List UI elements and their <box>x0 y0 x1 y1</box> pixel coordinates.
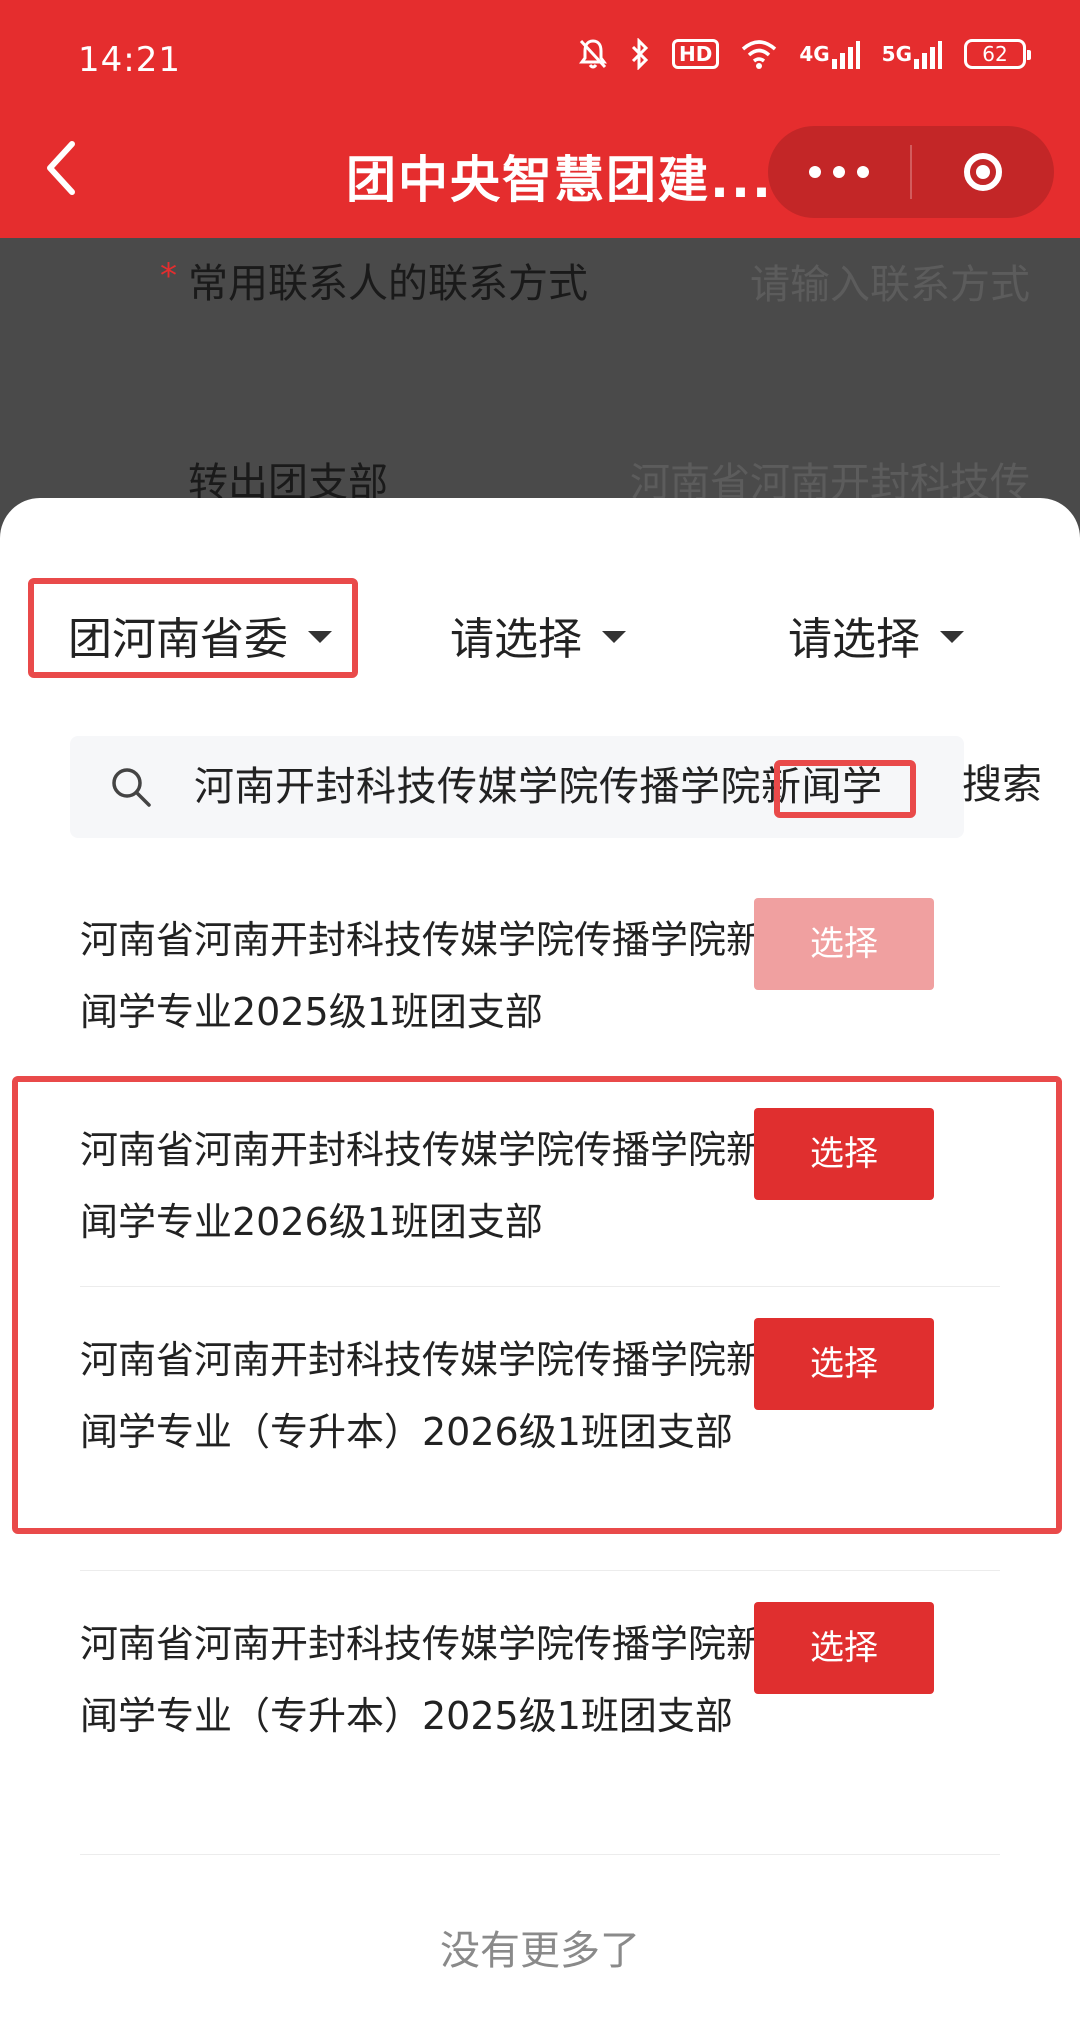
caret-down-icon <box>940 631 964 643</box>
search-bar: 河南开封科技传媒学院传播学院新闻学 <box>70 736 964 838</box>
page-title: 团中央智慧团建... <box>346 151 773 209</box>
search-button[interactable]: 搜索 <box>962 752 1042 810</box>
result-name: 河南省河南开封科技传媒学院传播学院新闻学专业2025级1班团支部 <box>80 918 765 1034</box>
mute-icon <box>578 38 608 70</box>
list-divider <box>80 1570 1000 1571</box>
status-time: 14:21 <box>78 40 181 80</box>
list-divider <box>80 1854 1000 1855</box>
hd-voice-icon: HD <box>671 39 720 69</box>
back-button[interactable] <box>42 138 78 198</box>
caret-down-icon <box>308 631 332 643</box>
result-name: 河南省河南开封科技传媒学院传播学院新闻学专业2026级1班团支部 <box>80 1128 765 1244</box>
select-button[interactable]: 选择 <box>754 1318 934 1410</box>
select-button[interactable]: 选择 <box>754 898 934 990</box>
required-mark: * <box>160 256 177 296</box>
miniprogram-capsule <box>768 126 1054 218</box>
no-more-text: 没有更多了 <box>440 1928 640 1974</box>
contact-method-input[interactable]: 请输入联系方式 <box>750 252 1030 310</box>
province-dropdown-label: 团河南省委 <box>68 614 288 665</box>
level3-dropdown-label: 请选择 <box>788 614 920 665</box>
list-divider <box>80 1286 1000 1287</box>
close-miniprogram-button[interactable] <box>912 126 1054 218</box>
select-button[interactable]: 选择 <box>754 1108 934 1200</box>
target-circle-icon <box>964 153 1002 191</box>
select-button[interactable]: 选择 <box>754 1602 934 1694</box>
more-button[interactable] <box>768 126 910 218</box>
caret-down-icon <box>602 631 626 643</box>
province-dropdown[interactable]: 团河南省委 <box>68 600 332 670</box>
level2-dropdown-label: 请选择 <box>450 614 582 665</box>
search-input[interactable]: 河南开封科技传媒学院传播学院新闻学 <box>194 736 914 838</box>
level3-dropdown[interactable]: 请选择 <box>788 600 964 670</box>
signal-4g-icon: 4G <box>799 39 860 69</box>
level2-dropdown[interactable]: 请选择 <box>450 600 626 670</box>
battery-icon: 62 <box>964 39 1031 69</box>
search-icon <box>112 768 151 807</box>
wifi-icon <box>741 39 777 69</box>
contact-method-label: 常用联系人的联系方式 <box>188 261 588 307</box>
status-icons: HD 4G 5G 62 <box>578 38 1031 70</box>
result-name: 河南省河南开封科技传媒学院传播学院新闻学专业（专升本）2026级1班团支部 <box>80 1338 765 1454</box>
signal-5g-icon: 5G <box>882 39 942 69</box>
more-dots-icon <box>803 163 875 182</box>
result-name: 河南省河南开封科技传媒学院传播学院新闻学专业（专升本）2025级1班团支部 <box>80 1622 765 1738</box>
bluetooth-icon <box>630 38 650 70</box>
chevron-left-icon <box>47 141 75 195</box>
app-header: 14:21 HD 4G 5G 62 团中央智慧团建... <box>0 0 1080 238</box>
